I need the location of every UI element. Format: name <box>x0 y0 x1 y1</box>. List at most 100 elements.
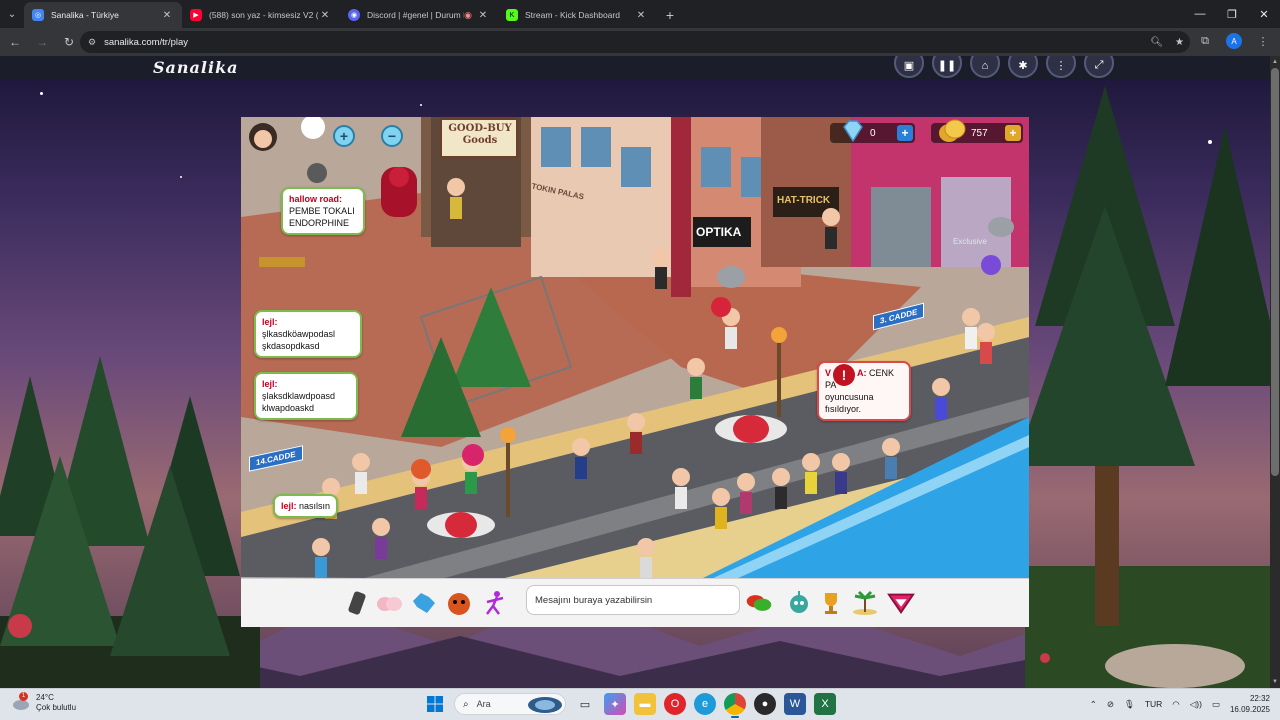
trophy-icon[interactable] <box>817 589 845 617</box>
tab-discord[interactable]: ◉ Discord | #genel | Durum B ◉ ✕ <box>340 2 498 28</box>
whisper-name: CENK <box>869 368 895 378</box>
buy-coin-button[interactable]: + <box>1005 125 1021 141</box>
zoom-icon[interactable]: 🔍︎ <box>1150 37 1163 48</box>
buy-diamond-button[interactable]: + <box>897 125 913 141</box>
scroll-up-icon[interactable]: ▲ <box>1271 58 1279 66</box>
chat-bubbles-icon[interactable] <box>745 589 773 617</box>
header-icons: ▣ ❚❚ ⌂ ✱ ⋮ ⤢ <box>894 56 1114 78</box>
obs-icon[interactable]: ● <box>754 693 776 715</box>
friends-icon[interactable]: ✱ <box>1008 56 1038 78</box>
tab-kick[interactable]: K Stream - Kick Dashboard ✕ <box>498 2 656 28</box>
battery-icon[interactable]: ▭ <box>1212 699 1220 710</box>
bubble-text: şlkasdköawpodasl şkdasopdkasd <box>262 329 336 351</box>
chat-message-input[interactable]: Mesajını buraya yazabilirsin <box>526 585 740 615</box>
new-tab-button[interactable]: + <box>656 2 684 28</box>
search-placeholder: Ara <box>476 699 491 709</box>
file-explorer-icon[interactable]: ▬ <box>634 693 656 715</box>
tab-sanalika[interactable]: ◎ Sanalika - Türkiye ✕ <box>24 2 182 28</box>
pause-icon[interactable]: ❚❚ <box>932 56 962 78</box>
alert-icon: ! <box>833 364 855 386</box>
tab-title: Discord | #genel | Durum B <box>367 10 465 20</box>
whisper-bubble: ! V A: CENK PA oyuncusuna fısıldıyor. <box>817 361 911 421</box>
edge-icon[interactable]: e <box>694 693 716 715</box>
address-bar[interactable]: ⚙ sanalika.com/tr/play 🔍︎ ★ <box>80 31 1190 53</box>
tab-youtube[interactable]: ▶ (588) son yaz - kimsesiz V2 (slo ✕ <box>182 2 340 28</box>
site-logo[interactable]: Sanalika <box>153 58 239 77</box>
fullscreen-icon[interactable]: ⤢ <box>1084 56 1114 78</box>
close-icon[interactable]: ✕ <box>160 10 174 21</box>
coin-count: 757 <box>971 127 988 139</box>
menu-down-icon[interactable] <box>887 589 915 617</box>
diamond-count: 0 <box>870 127 876 139</box>
clothing-icon[interactable] <box>409 589 437 617</box>
close-icon[interactable]: ✕ <box>476 10 490 21</box>
forest-right-decoration <box>1025 86 1280 688</box>
taskbar-search[interactable]: ⌕ Ara <box>454 693 566 715</box>
star-decoration <box>40 92 43 95</box>
extensions-icon[interactable]: ⧉ <box>1194 30 1216 52</box>
weather-widget[interactable]: 1 24°C Çok bulutlu <box>12 692 77 713</box>
bookmark-star-icon[interactable]: ★ <box>1175 37 1184 48</box>
pets-icon[interactable] <box>445 589 473 617</box>
browser-toolbar: ← → ↻ ⚙ sanalika.com/tr/play 🔍︎ ★ ⧉ A ⋮ <box>0 28 1280 56</box>
tab-title: Sanalika - Türkiye <box>51 10 119 20</box>
shop-icon[interactable]: ⌂ <box>970 56 1000 78</box>
close-icon[interactable]: ✕ <box>318 10 332 21</box>
microphone-icon[interactable]: 🎙︎ <box>1124 699 1135 710</box>
page-scrollbar[interactable]: ▲ ▼ <box>1270 56 1280 688</box>
chat-bubble: lejl: şlkasdköawpodasl şkdasopdkasd <box>254 310 362 358</box>
chrome-icon[interactable] <box>724 693 746 718</box>
tab-search-button[interactable]: ⌄ <box>0 0 24 28</box>
system-tray: ⌃ ⊘ 🎙︎ TUR ◠ ◁)) ▭ 22:32 16.09.2025 <box>1090 693 1270 715</box>
word-icon[interactable]: W <box>784 693 806 715</box>
robot-icon[interactable] <box>785 589 813 617</box>
tab-title: (588) son yaz - kimsesiz V2 (slo <box>209 10 318 20</box>
reload-icon[interactable]: ↻ <box>57 30 81 54</box>
inventory-icon[interactable]: ▣ <box>894 56 924 78</box>
coin-icon <box>939 119 966 142</box>
close-window-icon[interactable]: ✕ <box>1248 0 1280 28</box>
exclusive-label: Exclusive <box>953 237 987 246</box>
dance-icon[interactable] <box>481 589 509 617</box>
game-canvas[interactable]: GOOD-BUY Goods OPTIKA HAT-TRICK TOKIN PA… <box>241 117 1029 579</box>
coin-counter: 757 + <box>931 119 1023 143</box>
language-indicator[interactable]: TUR <box>1145 699 1162 709</box>
windows-start-icon[interactable] <box>424 693 446 715</box>
site-info-icon[interactable]: ⚙ <box>88 37 96 48</box>
url-text: sanalika.com/tr/play <box>104 36 189 48</box>
shop-sign-goodbuy: GOOD-BUY Goods <box>448 123 512 146</box>
network-status-icon[interactable]: ⊘ <box>1107 699 1114 710</box>
opera-icon[interactable]: O <box>664 693 686 715</box>
zoom-in-button[interactable]: + <box>333 125 355 147</box>
scroll-down-icon[interactable]: ▼ <box>1271 678 1279 686</box>
island-icon[interactable] <box>851 589 879 617</box>
minimize-icon[interactable]: — <box>1184 0 1216 28</box>
menu-icon[interactable]: ⋮ <box>1252 30 1274 52</box>
profile-avatar[interactable]: A <box>1226 33 1242 49</box>
volume-icon[interactable]: ◁)) <box>1190 699 1202 710</box>
excel-icon[interactable]: X <box>814 693 836 715</box>
zoom-out-button[interactable]: − <box>381 125 403 147</box>
phone-icon[interactable] <box>343 589 371 617</box>
clock[interactable]: 22:32 16.09.2025 <box>1230 693 1270 715</box>
close-icon[interactable]: ✕ <box>634 10 648 21</box>
emote-icon[interactable] <box>375 589 403 617</box>
back-icon[interactable]: ← <box>3 30 27 54</box>
chat-bubble: lejl: nasılsın <box>273 494 339 518</box>
wifi-icon[interactable]: ◠ <box>1172 699 1179 710</box>
chevron-up-icon[interactable]: ⌃ <box>1090 699 1097 710</box>
game-toolbar: Mesajını buraya yazabilirsin <box>241 578 1029 627</box>
clock-time: 22:32 <box>1249 694 1270 703</box>
copilot-icon[interactable]: ✦ <box>604 693 626 715</box>
more-icon[interactable]: ⋮ <box>1046 56 1076 78</box>
forward-icon[interactable]: → <box>30 30 54 54</box>
bubble-sender: lejl: <box>281 501 297 511</box>
maximize-icon[interactable]: ❐ <box>1216 0 1248 28</box>
bubble-sender: lejl: <box>262 379 278 389</box>
chat-bubble: hallow road: PEMBE TOKALI ENDORPHINE <box>281 187 365 235</box>
scroll-thumb[interactable] <box>1271 68 1279 476</box>
task-view-icon[interactable]: ▭ <box>574 693 596 715</box>
star-decoration <box>420 104 422 106</box>
whisper-sender: A: <box>857 368 867 378</box>
weather-desc: Çok bulutlu <box>36 703 77 712</box>
